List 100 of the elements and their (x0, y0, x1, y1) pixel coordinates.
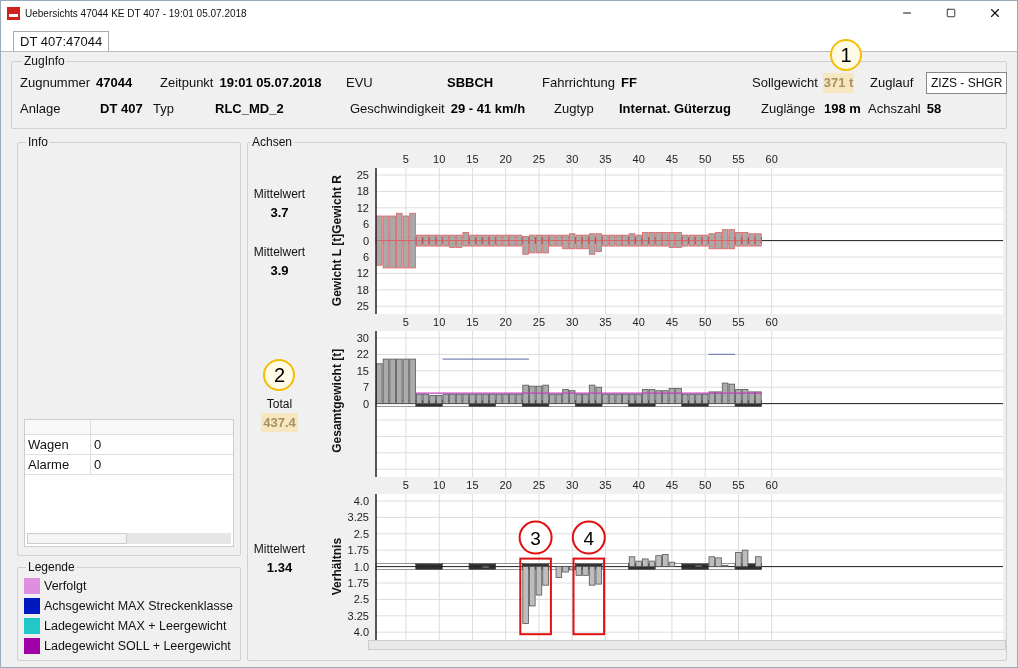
tick-label: 25 (356, 300, 369, 313)
field-value: 47044 (95, 74, 134, 93)
tick-label: 40 (632, 153, 645, 165)
tick-label: 10 (433, 316, 446, 328)
tick-label: 60 (765, 153, 778, 165)
tick-label: 5 (402, 153, 409, 165)
route-field: ZIZS - SHGR (926, 72, 1008, 94)
table-cell: Wagen (25, 435, 91, 454)
stat-value: 437.4 (261, 412, 298, 433)
tick-label: 3.25 (347, 609, 369, 622)
group-title: Info (27, 134, 49, 151)
field-label: Geschwindigkeit (350, 100, 445, 119)
tick-label: 60 (765, 316, 778, 328)
field-value: 198 m (823, 100, 862, 119)
stat-label: Mittelwert (253, 186, 306, 203)
table-cell-text: 0 (93, 455, 102, 474)
field-label: Zeitpunkt (160, 74, 214, 93)
axis-title: Verhältnis (330, 537, 344, 596)
tick-label: 1.75 (347, 577, 369, 589)
tick-label: 50 (699, 479, 712, 491)
tick-label: 0 (362, 397, 369, 410)
legend-label: Ladegewicht SOLL + Leergewicht (44, 637, 231, 655)
tick-label: 20 (499, 479, 512, 491)
tick-label: 7 (362, 381, 369, 394)
tick-label: 25 (356, 169, 369, 181)
tick-label: 6 (362, 251, 369, 263)
legend-label: Achsgewicht MAX Streckenklasse (44, 597, 233, 615)
tick-label: 15 (466, 479, 479, 491)
field-value: 371 t (822, 73, 855, 93)
stat-value: 1.34 (265, 558, 294, 577)
tick-label: 50 (699, 153, 712, 165)
field-label: Zuglänge (761, 100, 817, 119)
field-label: Typ (153, 100, 175, 119)
tick-label: 25 (532, 479, 546, 491)
field-label: Zugnummer (20, 74, 91, 93)
tick-label: 30 (566, 479, 579, 491)
tick-label: 55 (732, 479, 745, 491)
field-value: DT 407 (99, 100, 144, 119)
tick-label: 55 (732, 316, 745, 328)
tick-label: 3.25 (347, 511, 369, 524)
tab[interactable]: DT 407:47044 (13, 31, 110, 51)
tick-label: 35 (599, 479, 612, 491)
field-label: Anlage (20, 100, 62, 119)
tick-label: 25 (532, 316, 546, 328)
tick-label: 30 (566, 316, 579, 328)
field-label: Achszahl (868, 100, 921, 119)
tick-label: 18 (356, 185, 369, 198)
table-cell: Alarme (25, 455, 91, 474)
callout-badge: 2 (263, 358, 296, 391)
tick-label: 45 (665, 153, 679, 165)
tick-label: 50 (699, 316, 712, 328)
tick-label: 25 (532, 153, 546, 165)
tick-label: 15 (356, 364, 369, 377)
callout-badge: 4 (571, 520, 606, 555)
tick-label: 15 (466, 153, 479, 165)
tick-label: 15 (466, 316, 479, 328)
window-title: Uebersichts 47044 KE DT 407 - 19:01 05.07.2018 (25, 6, 247, 21)
group-title: ZugInfo (23, 53, 66, 70)
tick-label: 35 (599, 316, 612, 328)
tick-label: 40 (632, 479, 645, 491)
field-label: Zugtyp (554, 100, 595, 119)
field-value: 58 (925, 100, 943, 119)
tick-label: 6 (362, 218, 369, 231)
tick-label: 12 (356, 267, 369, 280)
field-label: EVU (346, 74, 374, 93)
field-label: Sollgewicht (752, 74, 818, 93)
axis-title: Gesamtgewicht [t] (330, 348, 344, 453)
stat-label: Mittelwert (253, 540, 306, 558)
field-label: Zuglauf (870, 74, 915, 93)
field-value: FF (620, 74, 638, 93)
callout-badge: 1 (830, 39, 862, 72)
field-value: 19:01 05.07.2018 (218, 74, 323, 93)
stat-value: 3.7 (269, 204, 290, 222)
field-value: RLC_MD_2 (214, 100, 285, 119)
tick-label: 10 (433, 479, 446, 491)
group-title: Achsen (251, 134, 294, 151)
tick-label: 20 (499, 153, 512, 165)
legend-label: Verfolgt (44, 577, 87, 595)
tick-label: 35 (599, 153, 612, 165)
field-value: 29 - 41 km/h (449, 100, 527, 119)
field-label: Fahrrichtung (542, 74, 615, 93)
tick-label: 12 (356, 201, 369, 214)
tick-label: 30 (566, 153, 579, 165)
tick-label: 10 (433, 153, 446, 165)
stat-label: Mittelwert (253, 243, 306, 261)
callout-badge: 3 (518, 520, 553, 555)
field-value: Internat. Güterzug (618, 100, 732, 119)
tick-label: 4.0 (353, 495, 369, 507)
legend-label: Ladegewicht MAX + Leergewicht (44, 617, 227, 635)
tick-label: 5 (402, 316, 409, 328)
axis-title: Gewicht L [t]Gewicht R (330, 175, 344, 307)
tick-label: 18 (356, 283, 369, 296)
tick-label: 55 (732, 153, 745, 165)
tick-label: 2.5 (353, 593, 369, 606)
tick-label: 22 (356, 348, 369, 361)
tick-label: 1.0 (353, 560, 369, 573)
stat-value: 3.9 (269, 261, 290, 280)
field-value: SBBCH (446, 74, 495, 93)
table-cell-text: 0 (93, 435, 102, 454)
tick-label: 4.0 (353, 626, 369, 639)
